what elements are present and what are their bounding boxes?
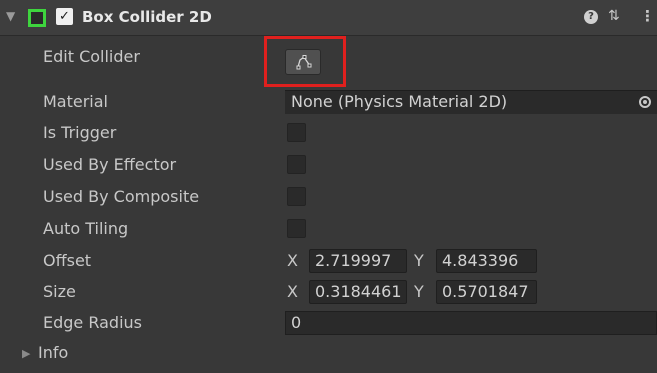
info-foldout-label[interactable]: Info [38,343,68,363]
used-by-composite-checkbox[interactable] [287,187,306,206]
size-y-value: 0.5701847 [442,282,529,301]
material-value: None (Physics Material 2D) [291,92,508,111]
auto-tiling-label: Auto Tiling [43,219,129,238]
used-by-effector-checkbox[interactable] [287,155,306,174]
size-label: Size [43,282,76,301]
edge-radius-label: Edge Radius [43,313,142,332]
used-by-effector-label: Used By Effector [43,155,177,174]
offset-y-value: 4.843396 [442,251,519,270]
object-picker-icon[interactable] [639,96,651,108]
used-by-composite-label: Used By Composite [43,187,200,206]
is-trigger-checkbox[interactable] [287,123,306,142]
foldout-arrow-icon[interactable]: ▼ [6,9,15,23]
edge-radius-value: 0 [291,313,302,332]
help-icon[interactable]: ? [584,10,598,24]
menu-icon[interactable]: ⋮ [640,7,655,25]
edit-collider-label: Edit Collider [43,47,140,66]
size-y-field[interactable]: 0.5701847 [436,280,537,304]
offset-x-axis-label[interactable]: X [287,251,298,271]
offset-label: Offset [43,251,92,270]
size-y-axis-label[interactable]: Y [414,282,424,302]
component-title: Box Collider 2D [82,8,212,26]
info-foldout-arrow-icon[interactable]: ▶ [22,347,30,360]
component-header: ▼ ✓ Box Collider 2D ? ⇅ ⋮ [0,0,657,36]
auto-tiling-checkbox[interactable] [287,219,306,238]
box-collider-2d-icon [28,9,46,27]
edge-radius-field[interactable]: 0 [285,311,657,335]
offset-y-axis-label[interactable]: Y [414,251,424,271]
component-enabled-checkbox[interactable]: ✓ [56,8,73,25]
offset-x-value: 2.719997 [315,251,392,270]
highlight-box [264,36,346,87]
material-label: Material [43,92,108,111]
presets-icon[interactable]: ⇅ [608,8,620,24]
offset-y-field[interactable]: 4.843396 [436,249,537,273]
is-trigger-label: Is Trigger [43,123,117,142]
size-x-axis-label[interactable]: X [287,282,298,302]
size-x-field[interactable]: 0.3184461 [309,280,407,304]
size-x-value: 0.3184461 [315,282,402,301]
offset-x-field[interactable]: 2.719997 [309,249,407,273]
